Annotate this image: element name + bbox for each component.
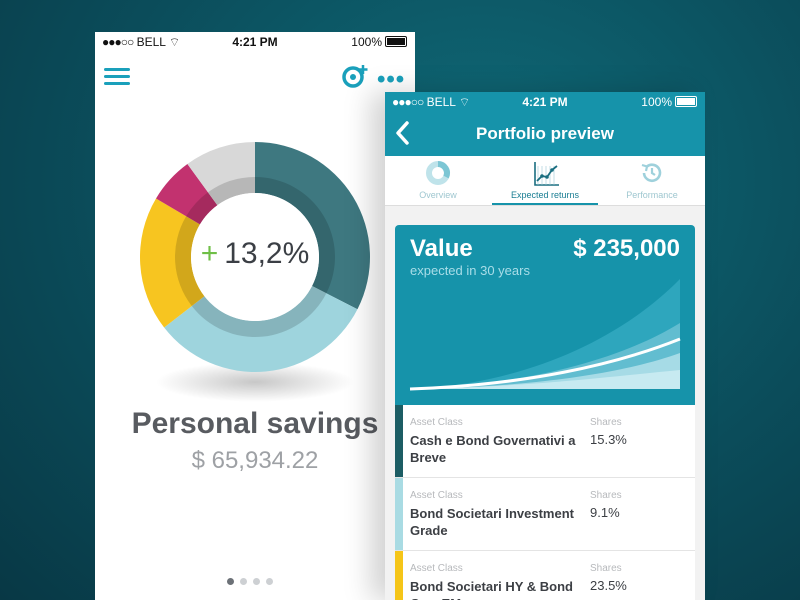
asset-class-label: Asset Class bbox=[410, 417, 463, 428]
history-icon bbox=[641, 163, 662, 182]
personal-savings-screen: ●●●○○ BELL ⌔ 4:21 PM 100% ••• +13,2% Per… bbox=[95, 32, 415, 600]
tab-performance[interactable]: Performance bbox=[599, 156, 705, 205]
tab-overview[interactable]: Overview bbox=[385, 156, 491, 205]
portfolio-preview-screen: ●●●○○ BELL ⌔ 4:21 PM 100% Portfolio prev… bbox=[385, 92, 705, 600]
navigation-bar: ●●●○○ BELL ⌔ 4:21 PM 100% Portfolio prev… bbox=[385, 92, 705, 156]
page-dot[interactable] bbox=[227, 578, 234, 585]
page-title: Portfolio preview bbox=[476, 124, 614, 143]
asset-color-bar bbox=[395, 405, 403, 477]
tab-label: Expected returns bbox=[510, 190, 580, 200]
tab-bar: Overview Expected returns Performance bbox=[385, 156, 705, 206]
tab-label: Overview bbox=[419, 190, 457, 200]
page-dot[interactable] bbox=[253, 578, 260, 585]
status-bar: ●●●○○ BELL ⌔ 4:21 PM 100% bbox=[95, 32, 415, 52]
battery-indicator: 100% bbox=[351, 35, 407, 49]
tab-label: Performance bbox=[626, 190, 678, 200]
page-indicator[interactable] bbox=[227, 572, 279, 590]
battery-indicator: 100% bbox=[641, 95, 697, 109]
asset-class-label: Asset Class bbox=[410, 563, 463, 574]
battery-percent: 100% bbox=[351, 35, 382, 49]
growth-value: 13,2% bbox=[224, 237, 310, 270]
asset-color-bar bbox=[395, 551, 403, 600]
growth-percentage: +13,2% bbox=[190, 237, 320, 271]
value-subtitle: expected in 30 years bbox=[410, 263, 530, 278]
donut-icon bbox=[426, 161, 450, 185]
list-item[interactable]: Asset Class Bond Societari HY & Bond Gov… bbox=[395, 551, 695, 600]
value-amount: $ 235,000 bbox=[573, 235, 680, 262]
list-item[interactable]: Asset Class Bond Societari Investment Gr… bbox=[395, 478, 695, 551]
asset-color-bar bbox=[395, 478, 403, 550]
asset-list: Asset Class Cash e Bond Governativi a Br… bbox=[395, 405, 695, 600]
shares-value: 23.5% bbox=[590, 578, 627, 593]
shares-label: Shares bbox=[590, 417, 622, 428]
battery-icon bbox=[675, 96, 697, 107]
status-bar: ●●●○○ BELL ⌔ 4:21 PM 100% bbox=[385, 92, 705, 112]
menu-icon[interactable] bbox=[104, 68, 130, 86]
more-options-icon[interactable]: ••• bbox=[377, 66, 405, 94]
shares-label: Shares bbox=[590, 490, 622, 501]
page-dot[interactable] bbox=[240, 578, 247, 585]
savings-title: Personal savings bbox=[131, 407, 379, 440]
value-label: Value bbox=[410, 235, 473, 262]
asset-class-label: Asset Class bbox=[410, 490, 463, 501]
battery-icon bbox=[385, 36, 407, 47]
savings-amount: $ 65,934.22 bbox=[191, 447, 319, 474]
shares-value: 9.1% bbox=[590, 505, 620, 520]
add-goal-icon[interactable] bbox=[341, 62, 371, 90]
asset-name: Bond Societari HY & Bond Gov. EM bbox=[410, 579, 573, 600]
chart-icon bbox=[534, 162, 559, 186]
asset-name: Cash e Bond Governativi a Breve bbox=[410, 433, 576, 465]
page-dot[interactable] bbox=[266, 578, 273, 585]
shares-label: Shares bbox=[590, 563, 622, 574]
tab-expected-returns[interactable]: Expected returns bbox=[492, 156, 598, 205]
list-item[interactable]: Asset Class Cash e Bond Governativi a Br… bbox=[395, 405, 695, 478]
asset-name: Bond Societari Investment Grade bbox=[410, 506, 574, 538]
battery-percent: 100% bbox=[641, 95, 672, 109]
shares-value: 15.3% bbox=[590, 432, 627, 447]
value-card: Value $ 235,000 expected in 30 years bbox=[395, 225, 695, 405]
plus-sign: + bbox=[200, 237, 219, 270]
